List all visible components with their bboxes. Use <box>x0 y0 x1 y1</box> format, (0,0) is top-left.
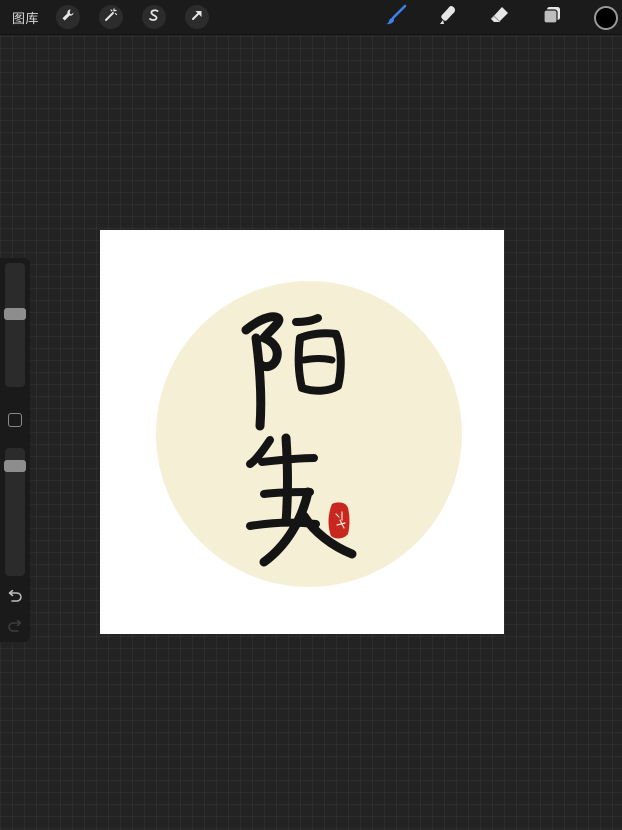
smudge-icon <box>437 4 459 31</box>
transform-arrow-icon <box>190 8 204 27</box>
left-sidebar <box>0 258 30 642</box>
brush-opacity-thumb[interactable] <box>4 460 26 472</box>
brush-opacity-slider[interactable] <box>4 448 26 576</box>
layers-button[interactable] <box>540 5 564 29</box>
adjustments-button[interactable] <box>99 5 123 29</box>
top-toolbar: 图库 <box>0 0 622 35</box>
undo-icon <box>7 589 23 608</box>
magic-wand-icon <box>104 7 118 27</box>
layers-icon <box>541 4 563 31</box>
artwork <box>156 281 462 587</box>
actions-button[interactable] <box>56 5 80 29</box>
brush-icon <box>385 4 407 31</box>
color-picker-button[interactable] <box>594 6 618 30</box>
selection-button[interactable] <box>142 5 166 29</box>
redo-button[interactable] <box>7 619 23 634</box>
wrench-icon <box>61 8 75 27</box>
drawing-canvas[interactable] <box>100 230 504 634</box>
transform-button[interactable] <box>185 5 209 29</box>
brush-size-slider[interactable] <box>4 263 26 387</box>
selection-icon <box>147 8 161 27</box>
brush-tool-button[interactable] <box>384 4 408 31</box>
eraser-tool-button[interactable] <box>488 5 512 29</box>
background-circle <box>156 281 462 587</box>
redo-icon <box>7 619 23 638</box>
gallery-button[interactable]: 图库 <box>12 8 39 27</box>
brush-size-thumb[interactable] <box>4 308 26 320</box>
eraser-icon <box>489 4 511 31</box>
red-seal-stamp <box>328 502 350 539</box>
modify-button[interactable] <box>8 413 22 427</box>
undo-button[interactable] <box>7 589 23 604</box>
smudge-tool-button[interactable] <box>436 5 460 29</box>
